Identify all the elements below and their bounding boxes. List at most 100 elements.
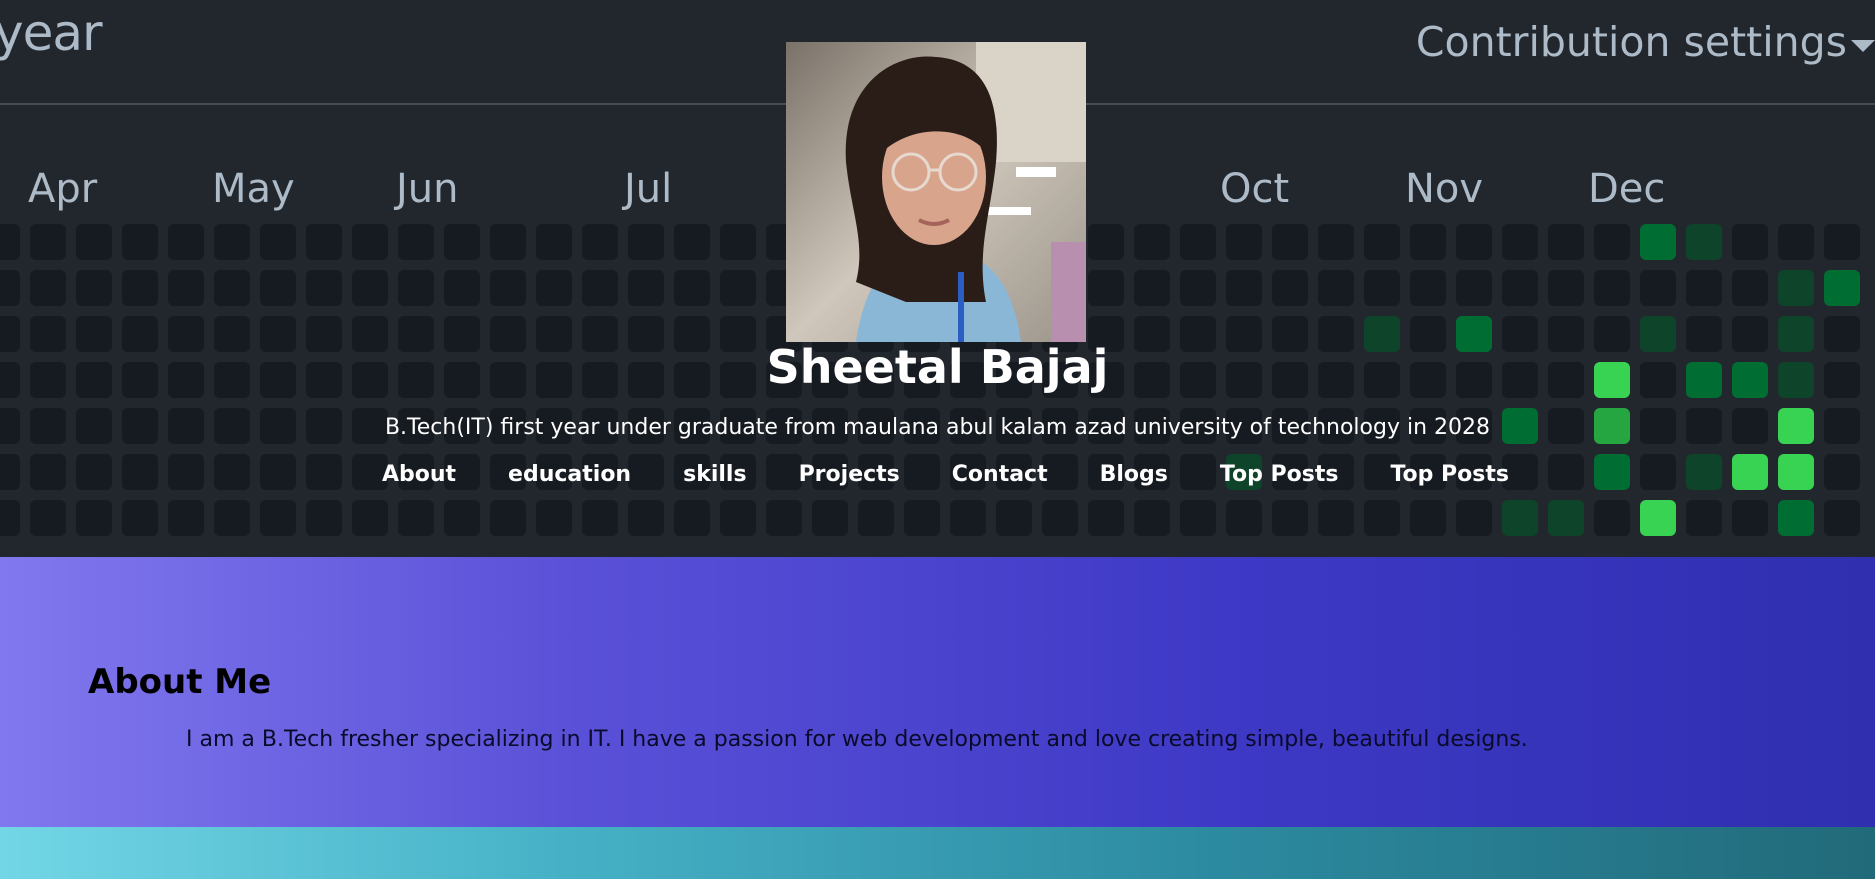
- contribution-cell[interactable]: [30, 500, 66, 536]
- contribution-cell[interactable]: [536, 500, 572, 536]
- contribution-cell[interactable]: [444, 270, 480, 306]
- contribution-cell[interactable]: [1548, 270, 1584, 306]
- contribution-cell[interactable]: [674, 224, 710, 260]
- contribution-cell[interactable]: [1180, 270, 1216, 306]
- contribution-cell[interactable]: [1364, 500, 1400, 536]
- contribution-cell[interactable]: [950, 500, 986, 536]
- contribution-cell[interactable]: [444, 224, 480, 260]
- nav-top-posts[interactable]: Top Posts: [1220, 462, 1339, 487]
- nav-skills[interactable]: skills: [683, 462, 746, 487]
- contribution-cell[interactable]: [1732, 270, 1768, 306]
- contribution-cell[interactable]: [260, 270, 296, 306]
- contribution-cell[interactable]: [1364, 270, 1400, 306]
- contribution-cell[interactable]: [122, 224, 158, 260]
- nav-blogs[interactable]: Blogs: [1100, 462, 1168, 487]
- contribution-cell[interactable]: [76, 500, 112, 536]
- contribution-cell[interactable]: [352, 270, 388, 306]
- contribution-cell[interactable]: [628, 500, 664, 536]
- contribution-cell[interactable]: [812, 500, 848, 536]
- contribution-cell[interactable]: [1226, 270, 1262, 306]
- contribution-cell[interactable]: [1502, 270, 1538, 306]
- contribution-cell[interactable]: [996, 500, 1032, 536]
- nav-contact[interactable]: Contact: [952, 462, 1048, 487]
- contribution-cell[interactable]: [1686, 500, 1722, 536]
- contribution-cell[interactable]: [1640, 224, 1676, 260]
- contribution-cell[interactable]: [1088, 270, 1124, 306]
- contribution-cell[interactable]: [1778, 224, 1814, 260]
- contribution-cell[interactable]: [0, 270, 20, 306]
- contribution-cell[interactable]: [1548, 500, 1584, 536]
- contribution-cell[interactable]: [260, 224, 296, 260]
- contribution-cell[interactable]: [306, 224, 342, 260]
- contribution-cell[interactable]: [490, 500, 526, 536]
- contribution-cell[interactable]: [1134, 270, 1170, 306]
- contribution-cell[interactable]: [122, 500, 158, 536]
- contribution-cell[interactable]: [1594, 224, 1630, 260]
- contribution-cell[interactable]: [766, 500, 802, 536]
- contribution-cell[interactable]: [1548, 224, 1584, 260]
- contribution-cell[interactable]: [398, 500, 434, 536]
- nav-top-posts-2[interactable]: Top Posts: [1390, 462, 1509, 487]
- contribution-cell[interactable]: [582, 500, 618, 536]
- contribution-cell[interactable]: [720, 270, 756, 306]
- contribution-cell[interactable]: [1686, 224, 1722, 260]
- contribution-cell[interactable]: [30, 270, 66, 306]
- contribution-cell[interactable]: [168, 500, 204, 536]
- contribution-cell[interactable]: [168, 270, 204, 306]
- contribution-cell[interactable]: [1456, 224, 1492, 260]
- contribution-cell[interactable]: [1042, 500, 1078, 536]
- contribution-cell[interactable]: [1824, 224, 1860, 260]
- contribution-cell[interactable]: [306, 270, 342, 306]
- contribution-cell[interactable]: [720, 500, 756, 536]
- nav-education[interactable]: education: [508, 462, 631, 487]
- contribution-cell[interactable]: [904, 500, 940, 536]
- contribution-cell[interactable]: [1778, 500, 1814, 536]
- contribution-cell[interactable]: [628, 224, 664, 260]
- contribution-cell[interactable]: [1502, 500, 1538, 536]
- contribution-cell[interactable]: [1318, 500, 1354, 536]
- contribution-cell[interactable]: [490, 224, 526, 260]
- contribution-cell[interactable]: [122, 270, 158, 306]
- contribution-cell[interactable]: [674, 500, 710, 536]
- contribution-cell[interactable]: [1272, 224, 1308, 260]
- contribution-cell[interactable]: [628, 270, 664, 306]
- contribution-cell[interactable]: [352, 500, 388, 536]
- contribution-cell[interactable]: [490, 270, 526, 306]
- contribution-cell[interactable]: [1272, 500, 1308, 536]
- contribution-cell[interactable]: [168, 224, 204, 260]
- contribution-cell[interactable]: [1732, 224, 1768, 260]
- contribution-cell[interactable]: [1640, 500, 1676, 536]
- contribution-cell[interactable]: [1594, 270, 1630, 306]
- contribution-cell[interactable]: [214, 500, 250, 536]
- contribution-cell[interactable]: [1686, 270, 1722, 306]
- contribution-cell[interactable]: [214, 224, 250, 260]
- contribution-cell[interactable]: [1410, 500, 1446, 536]
- contribution-cell[interactable]: [352, 224, 388, 260]
- contribution-cell[interactable]: [1410, 270, 1446, 306]
- contribution-cell[interactable]: [674, 270, 710, 306]
- contribution-cell[interactable]: [444, 500, 480, 536]
- contribution-cell[interactable]: [0, 500, 20, 536]
- contribution-cell[interactable]: [1318, 270, 1354, 306]
- contribution-cell[interactable]: [1456, 500, 1492, 536]
- contribution-cell[interactable]: [1180, 500, 1216, 536]
- contribution-cell[interactable]: [1502, 224, 1538, 260]
- contribution-cell[interactable]: [76, 224, 112, 260]
- contribution-cell[interactable]: [1088, 500, 1124, 536]
- contribution-cell[interactable]: [76, 270, 112, 306]
- contribution-cell[interactable]: [1456, 270, 1492, 306]
- contribution-cell[interactable]: [536, 224, 572, 260]
- contribution-cell[interactable]: [1824, 500, 1860, 536]
- contribution-cell[interactable]: [1088, 224, 1124, 260]
- contribution-cell[interactable]: [0, 224, 20, 260]
- contribution-cell[interactable]: [1180, 224, 1216, 260]
- contribution-cell[interactable]: [1226, 500, 1262, 536]
- contribution-cell[interactable]: [582, 270, 618, 306]
- contribution-cell[interactable]: [260, 500, 296, 536]
- contribution-cell[interactable]: [1318, 224, 1354, 260]
- contribution-cell[interactable]: [1410, 224, 1446, 260]
- contribution-cell[interactable]: [1134, 224, 1170, 260]
- contribution-cell[interactable]: [582, 224, 618, 260]
- contribution-cell[interactable]: [1226, 224, 1262, 260]
- contribution-cell[interactable]: [1594, 500, 1630, 536]
